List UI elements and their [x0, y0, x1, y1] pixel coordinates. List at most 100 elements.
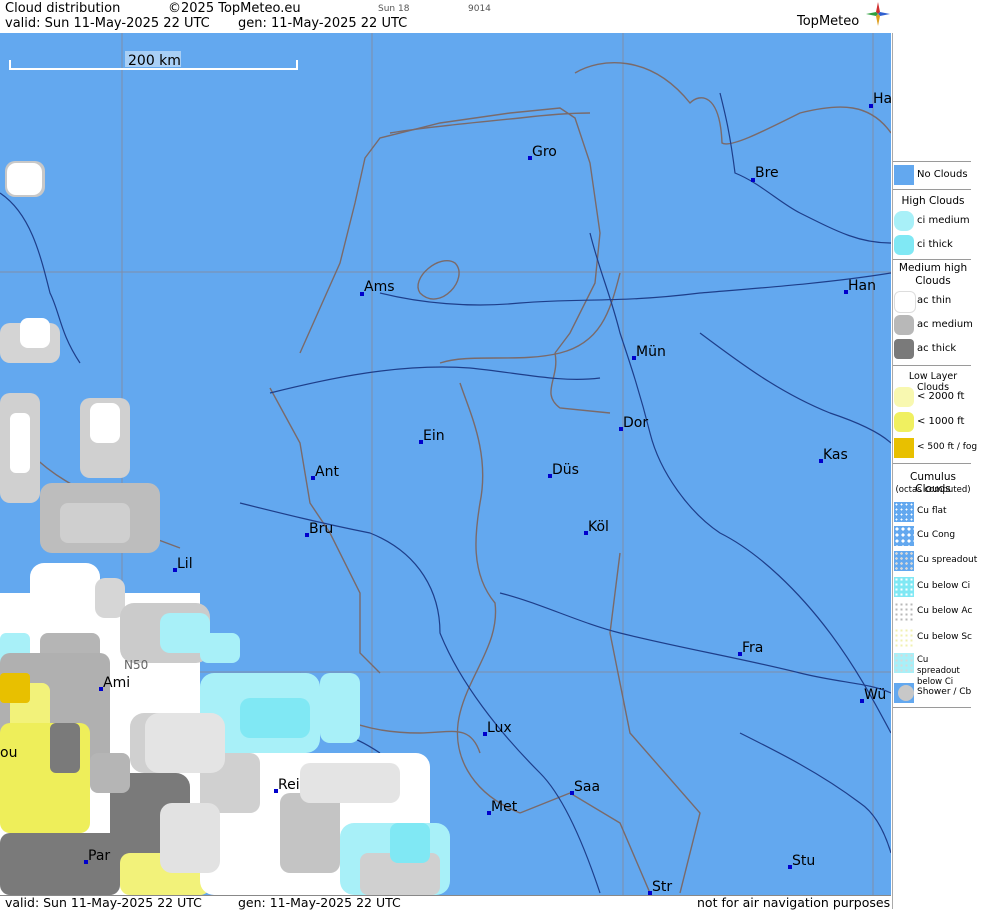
svg-text:Ant: Ant	[315, 464, 339, 480]
svg-text:Str: Str	[652, 879, 672, 895]
city-ein[interactable]: Ein	[419, 428, 445, 444]
city-gro[interactable]: Gro	[528, 144, 557, 160]
legend-cu-below-ac: Cu below Ac	[893, 602, 972, 624]
city-saa[interactable]: Saa	[570, 779, 600, 795]
city-dus[interactable]: Düs	[548, 462, 579, 478]
legend-ac-thin: ac thin	[893, 291, 971, 313]
product-title: Cloud distribution	[5, 1, 121, 16]
city-dor[interactable]: Dor	[619, 415, 648, 431]
compass-icon	[866, 2, 890, 26]
svg-text:Köl: Köl	[588, 519, 609, 535]
city-ha[interactable]: Ha	[869, 91, 891, 108]
cloud-map[interactable]: 200 km N50 Gro Bre Ha Ams Han Mün Ein Do…	[0, 33, 891, 895]
city-str[interactable]: Str	[648, 879, 672, 895]
topmeteo-logo[interactable]: TopMeteo	[797, 14, 859, 29]
cu-below-ci-swatch	[894, 577, 914, 597]
map-footer: valid: Sun 11-May-2025 22 UTC gen: 11-Ma…	[0, 895, 891, 910]
city-par[interactable]: Par	[84, 848, 110, 864]
city-bru[interactable]: Bru	[305, 521, 333, 537]
svg-text:Stu: Stu	[792, 853, 815, 869]
legend-low-1000: < 1000 ft	[893, 412, 971, 434]
svg-text:Saa: Saa	[574, 779, 600, 795]
copyright: ©2025 TopMeteo.eu	[168, 1, 301, 16]
city-fra[interactable]: Fra	[738, 640, 763, 656]
svg-text:Bre: Bre	[755, 165, 779, 181]
svg-text:Han: Han	[848, 278, 876, 294]
city-han[interactable]: Han	[844, 278, 876, 294]
scale-label: 200 km	[128, 53, 181, 69]
legend-cu-below-ci: Cu below Ci	[893, 577, 971, 599]
cu-flat-swatch	[894, 502, 914, 522]
svg-text:Wü: Wü	[864, 687, 886, 703]
svg-text:Ein: Ein	[423, 428, 445, 444]
svg-text:Ami: Ami	[103, 675, 130, 691]
city-ant[interactable]: Ant	[311, 464, 339, 480]
legend-medium-heading: Medium high Clouds	[898, 262, 968, 287]
svg-text:Rei: Rei	[278, 777, 300, 793]
ac-thick-swatch	[894, 339, 914, 359]
svg-text:Lil: Lil	[177, 556, 193, 572]
svg-text:Kas: Kas	[823, 447, 848, 463]
city-wu[interactable]: Wü	[860, 687, 886, 703]
ac-thin-swatch	[894, 291, 916, 313]
legend-ac-thick: ac thick	[893, 339, 971, 361]
svg-text:Par: Par	[88, 848, 110, 864]
legend-shower: Shower / Cb	[893, 683, 971, 705]
footer-gen-time: gen: 11-May-2025 22 UTC	[238, 895, 401, 910]
svg-text:Mün: Mün	[636, 344, 666, 360]
cu-below-ac-swatch	[894, 602, 914, 622]
cu-spread-below-ci-swatch	[894, 653, 914, 673]
svg-text:Düs: Düs	[552, 462, 579, 478]
ci-medium-swatch	[894, 211, 914, 231]
svg-text:Fra: Fra	[742, 640, 763, 656]
svg-text:Gro: Gro	[532, 144, 557, 160]
city-ou[interactable]: ou	[0, 745, 17, 761]
legend-ac-medium: ac medium	[893, 315, 973, 337]
legend-cumulus-sub: (octas computed)	[895, 485, 971, 495]
city-ami[interactable]: Ami	[99, 675, 130, 691]
svg-text:Dor: Dor	[623, 415, 648, 431]
ci-thick-swatch	[894, 235, 914, 255]
legend-panel: No Clouds High Clouds ci medium ci thick…	[892, 33, 983, 909]
legend-high-heading: High Clouds	[901, 195, 965, 207]
gen-time: gen: 11-May-2025 22 UTC	[238, 16, 408, 31]
legend-cu-below-sc: Cu below Sc	[893, 628, 972, 650]
ac-medium-swatch	[894, 315, 914, 335]
run-code: 9014	[468, 4, 491, 14]
city-lux[interactable]: Lux	[483, 720, 512, 736]
low-2000-swatch	[894, 387, 914, 407]
legend-ci-medium: ci medium	[893, 211, 971, 233]
cu-spreadout-swatch	[894, 551, 914, 571]
city-met[interactable]: Met	[487, 799, 518, 815]
scale-bar: 200 km	[9, 51, 298, 70]
city-kol[interactable]: Köl	[584, 519, 609, 535]
legend-cu-flat: Cu flat	[893, 502, 971, 524]
legend-low-500: < 500 ft / fog	[893, 438, 977, 460]
city-kas[interactable]: Kas	[819, 447, 848, 463]
no-clouds-swatch	[894, 165, 914, 185]
svg-text:Lux: Lux	[487, 720, 512, 736]
cu-below-sc-swatch	[894, 628, 914, 648]
latitude-label: N50	[124, 658, 148, 672]
city-bre[interactable]: Bre	[751, 165, 779, 182]
legend-low-2000: < 2000 ft	[893, 387, 971, 409]
disclaimer: not for air navigation purposes	[697, 895, 891, 910]
city-mun[interactable]: Mün	[632, 344, 666, 360]
svg-text:Bru: Bru	[309, 521, 333, 537]
footer-valid-time: valid: Sun 11-May-2025 22 UTC	[5, 895, 202, 910]
city-rei[interactable]: Rei	[274, 777, 300, 793]
low-500-swatch	[894, 438, 914, 458]
city-lil[interactable]: Lil	[173, 556, 193, 572]
map-canvas: 200 km N50 Gro Bre Ha Ams Han Mün Ein Do…	[0, 33, 891, 895]
shower-swatch	[894, 683, 914, 703]
low-1000-swatch	[894, 412, 914, 432]
legend-cu-spreadout: Cu spreadout	[893, 551, 977, 573]
legend-no-clouds: No Clouds	[893, 165, 971, 187]
cu-cong-swatch	[894, 526, 914, 546]
legend-cu-spread-below-ci: Cu spreadout below Ci	[893, 653, 971, 687]
svg-text:Met: Met	[491, 799, 518, 815]
city-stu[interactable]: Stu	[788, 853, 815, 869]
map-header: Cloud distribution ©2025 TopMeteo.eu Sun…	[0, 0, 891, 34]
cloud-fields	[0, 161, 450, 895]
city-ams[interactable]: Ams	[360, 279, 395, 296]
